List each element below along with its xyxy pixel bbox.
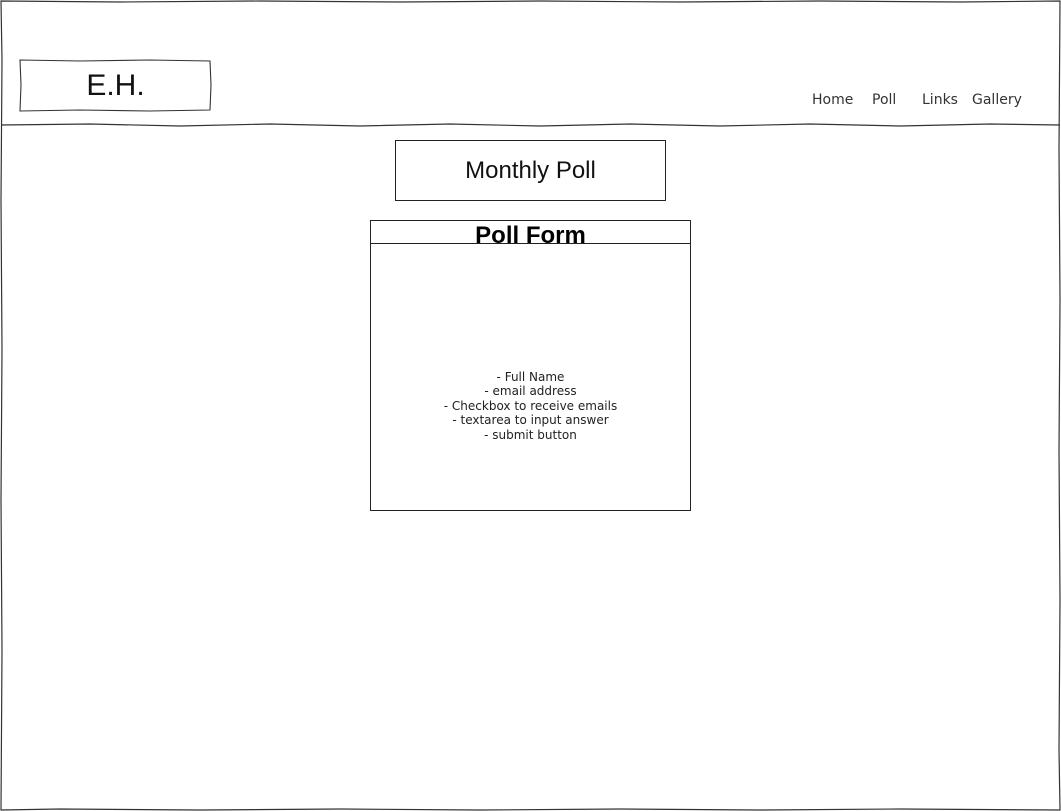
field-submit-button: - submit button bbox=[484, 427, 577, 442]
field-full-name: - Full Name bbox=[496, 370, 565, 384]
poll-form-title: Poll Form bbox=[475, 222, 586, 244]
page-title: Monthly Poll bbox=[395, 140, 666, 201]
field-answer-textarea: - textarea to input answer bbox=[452, 413, 609, 428]
nav-gallery[interactable]: Gallery bbox=[972, 92, 1022, 108]
nav-home[interactable]: Home bbox=[812, 92, 853, 108]
logo[interactable]: E.H. bbox=[21, 61, 210, 110]
poll-form-header: Poll Form bbox=[371, 221, 690, 244]
field-email-address: - email address bbox=[484, 384, 577, 399]
nav-links[interactable]: Links bbox=[922, 92, 958, 108]
field-email-checkbox: - Checkbox to receive emails bbox=[443, 398, 618, 413]
poll-form-field-list: - Full Name - email address - Checkbox t… bbox=[371, 370, 690, 442]
header-divider bbox=[0, 123, 1061, 127]
poll-form-panel: Poll Form - Full Name - email address - … bbox=[370, 220, 691, 511]
nav-poll[interactable]: Poll bbox=[872, 92, 896, 108]
